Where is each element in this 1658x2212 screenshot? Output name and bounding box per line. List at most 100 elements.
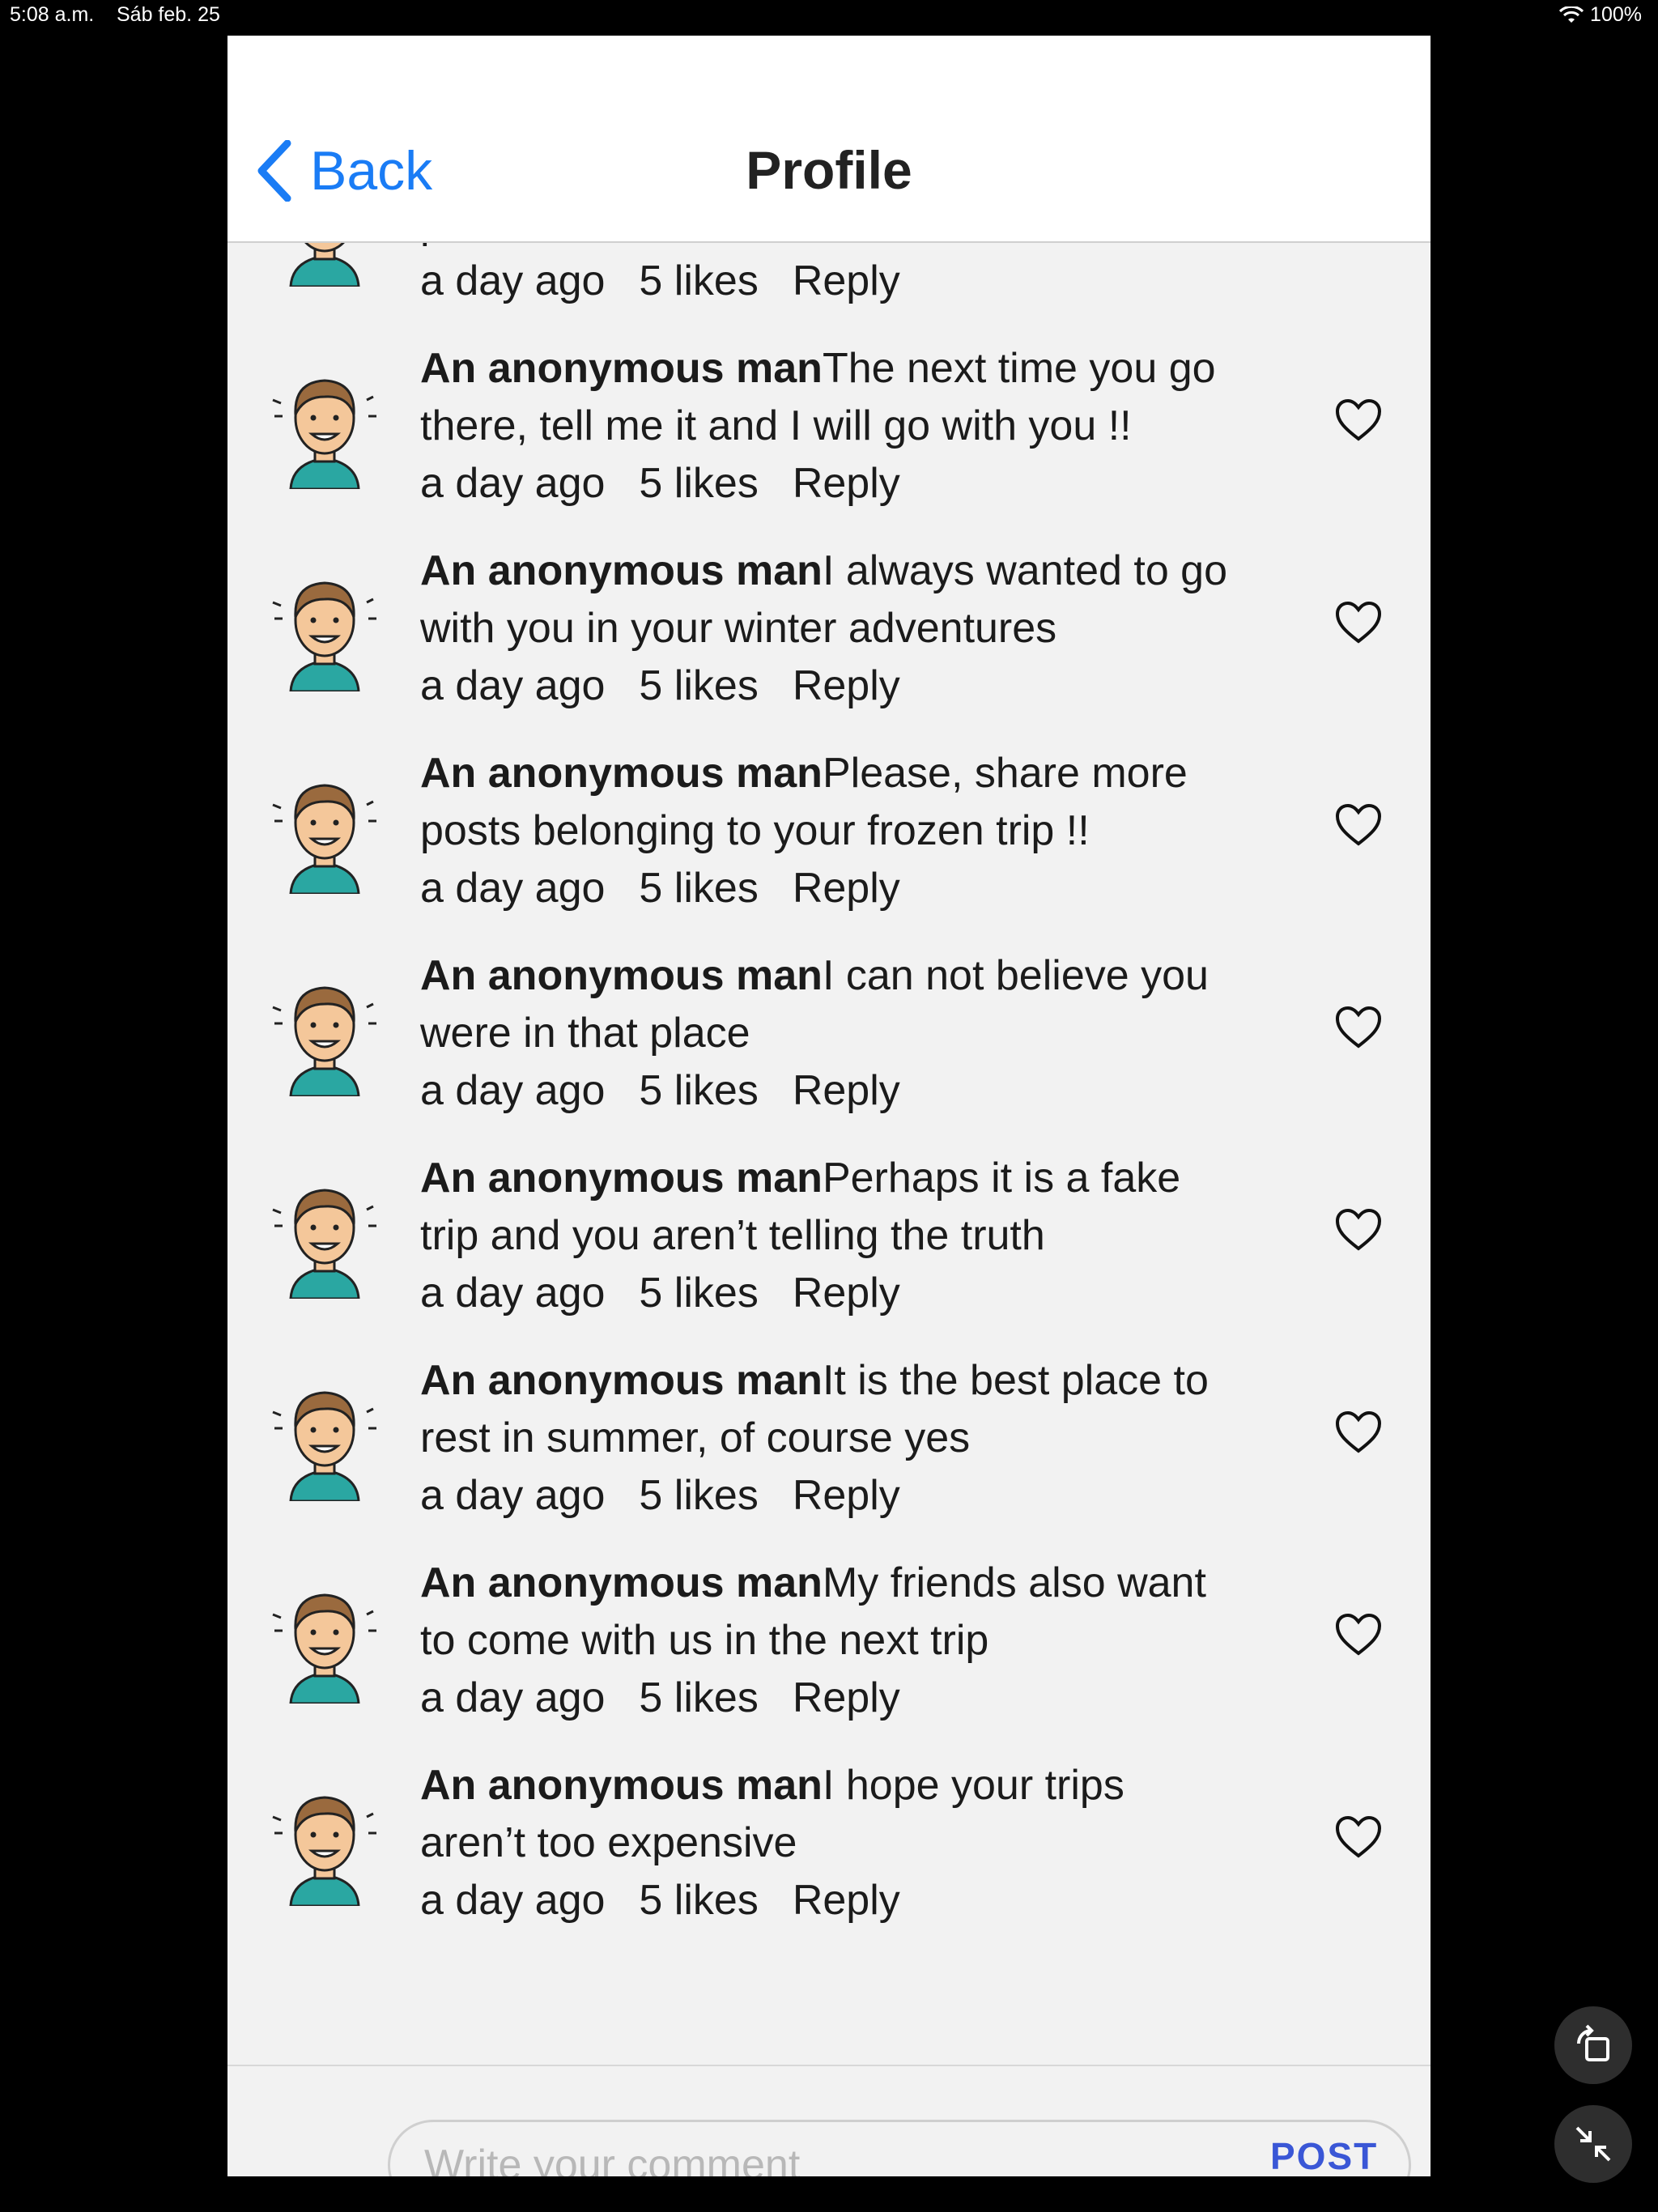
comment-author[interactable]: An anonymous man — [420, 750, 823, 797]
comment-likes: 5 likes — [639, 1270, 759, 1317]
comment-time: a day ago — [420, 1877, 606, 1924]
comment-composer: POST — [227, 2065, 1431, 2176]
comment-meta: a day ago 5 likes Reply — [420, 1265, 1431, 1322]
heart-icon[interactable] — [1335, 1006, 1382, 1049]
avatar — [272, 1189, 376, 1299]
reply-button[interactable]: Reply — [793, 1265, 900, 1322]
comment-item: An anonymous manPerhaps it is a fake tri… — [227, 1129, 1431, 1331]
reply-button[interactable]: Reply — [793, 860, 900, 917]
comment-text: Perhaps it is a fake — [822, 1155, 1181, 1202]
wifi-icon — [1559, 6, 1584, 23]
heart-icon[interactable] — [1335, 1410, 1382, 1454]
comment-meta: a day ago 5 likes Reply — [420, 455, 1431, 513]
avatar — [272, 581, 376, 691]
comment-text-line1: An anonymous manMy friends also want — [420, 1555, 1431, 1612]
comment-time: a day ago — [420, 865, 606, 912]
comment-likes: 5 likes — [639, 1877, 759, 1924]
comment-body: An anonymous manPerhaps it is a fake tri… — [420, 1150, 1431, 1322]
rotate-button[interactable] — [1554, 2006, 1632, 2084]
comment-author[interactable]: An anonymous man — [420, 1762, 823, 1809]
comment-author[interactable]: An anonymous man — [420, 1357, 823, 1404]
status-date: Sáb feb. 25 — [117, 3, 220, 26]
profile-panel: Back Profile place. It’s wonderful a day… — [227, 36, 1431, 2176]
reply-button[interactable]: Reply — [793, 1062, 900, 1120]
comment-author[interactable]: An anonymous man — [420, 1155, 823, 1202]
heart-icon[interactable] — [1335, 601, 1382, 644]
comment-meta: a day ago 5 likes Reply — [420, 1062, 1431, 1120]
comment-text-line1: An anonymous manI hope your trips — [420, 1757, 1431, 1814]
battery-percent: 100% — [1590, 3, 1642, 26]
comment-text: Please, share more — [822, 750, 1188, 797]
comment-likes: 5 likes — [639, 865, 759, 912]
comment-list[interactable]: place. It’s wonderful a day ago 5 likes … — [227, 243, 1431, 2065]
comment-author[interactable]: An anonymous man — [420, 345, 823, 392]
heart-icon[interactable] — [1335, 398, 1382, 442]
comment-body: An anonymous manThe next time you go the… — [420, 340, 1431, 513]
reply-button[interactable]: Reply — [793, 1467, 900, 1525]
comment-author[interactable]: An anonymous man — [420, 1559, 823, 1606]
comment-time: a day ago — [420, 1674, 606, 1721]
rotate-icon — [1576, 2024, 1609, 2061]
comment-time: a day ago — [420, 1270, 606, 1317]
avatar — [272, 784, 376, 894]
comment-text-line2: there, tell me it and I will go with you… — [420, 402, 1132, 449]
comment-text-line1: An anonymous manI can not believe you — [420, 947, 1431, 1005]
comment-author[interactable]: An anonymous man — [420, 547, 823, 594]
avatar — [289, 243, 360, 287]
page-title: Profile — [746, 140, 912, 200]
comment-text-line2: rest in summer, of course yes — [420, 1414, 971, 1461]
heart-icon[interactable] — [1335, 803, 1382, 847]
comment-text-line2: place. It’s wonderful — [420, 243, 1431, 253]
comment-text: I always wanted to go — [822, 547, 1228, 594]
avatar — [272, 379, 376, 489]
reply-button[interactable]: Reply — [793, 1872, 900, 1929]
comment-body: An anonymous manI can not believe you we… — [420, 947, 1431, 1120]
comment-body: An anonymous manI always wanted to go wi… — [420, 542, 1431, 715]
comment-meta: a day ago 5 likes Reply — [420, 860, 1431, 917]
comment-text: My friends also want — [822, 1559, 1206, 1606]
comment-item: An anonymous manIt is the best place to … — [227, 1331, 1431, 1534]
status-bar: 5:08 a.m. Sáb feb. 25 100% — [0, 0, 1658, 32]
comment-item: An anonymous manI always wanted to go wi… — [227, 521, 1431, 724]
reply-button[interactable]: Reply — [793, 657, 900, 715]
comment-meta: a day ago 5 likes Reply — [420, 657, 1431, 715]
comment-text-line2: posts belonging to your frozen trip !! — [420, 807, 1090, 854]
comment-likes: 5 likes — [639, 460, 759, 507]
comment-meta: a day ago 5 likes Reply — [420, 1872, 1431, 1929]
comment-text-line2: aren’t too expensive — [420, 1819, 797, 1866]
avatar — [272, 1391, 376, 1501]
minimize-button[interactable] — [1554, 2105, 1632, 2183]
comment-text-line1: An anonymous manPerhaps it is a fake — [420, 1150, 1431, 1207]
comment-text-line1: An anonymous manIt is the best place to — [420, 1352, 1431, 1410]
comment-text-line2: were in that place — [420, 1010, 750, 1057]
reply-button[interactable]: Reply — [793, 1670, 900, 1727]
comment-text-line2: to come with us in the next trip — [420, 1617, 989, 1664]
comment-body: An anonymous manI hope your trips aren’t… — [420, 1757, 1431, 1929]
navigation-bar: Back Profile — [227, 36, 1431, 243]
comment-likes: 5 likes — [639, 662, 759, 709]
reply-button[interactable]: Reply — [793, 455, 900, 513]
comment-likes: 5 likes — [639, 1674, 759, 1721]
comment-author[interactable]: An anonymous man — [420, 952, 823, 999]
heart-icon[interactable] — [1335, 1208, 1382, 1252]
comment-text: The next time you go — [822, 345, 1216, 392]
comment-meta: a day ago 5 likes Reply — [420, 253, 1431, 310]
heart-icon[interactable] — [1335, 1815, 1382, 1859]
comment-text: It is the best place to — [822, 1357, 1209, 1404]
comment-meta: a day ago 5 likes Reply — [420, 1467, 1431, 1525]
comment-time: a day ago — [420, 1067, 606, 1114]
comment-text-line1: An anonymous manThe next time you go — [420, 340, 1431, 398]
comment-body: place. It’s wonderful a day ago 5 likes … — [420, 243, 1431, 310]
comment-time: a day ago — [420, 257, 606, 304]
comment-body: An anonymous manIt is the best place to … — [420, 1352, 1431, 1525]
minimize-arrows-icon — [1575, 2126, 1611, 2162]
comment-body: An anonymous manMy friends also want to … — [420, 1555, 1431, 1727]
reply-button[interactable]: Reply — [793, 253, 900, 310]
comment-input[interactable] — [388, 2120, 1411, 2176]
post-button[interactable]: POST — [1270, 2134, 1378, 2176]
comment-time: a day ago — [420, 1472, 606, 1519]
comment-item: An anonymous manI hope your trips aren’t… — [227, 1736, 1431, 1938]
comment-text-line2: with you in your winter adventures — [420, 605, 1057, 652]
heart-icon[interactable] — [1335, 1613, 1382, 1657]
comment-meta: a day ago 5 likes Reply — [420, 1670, 1431, 1727]
